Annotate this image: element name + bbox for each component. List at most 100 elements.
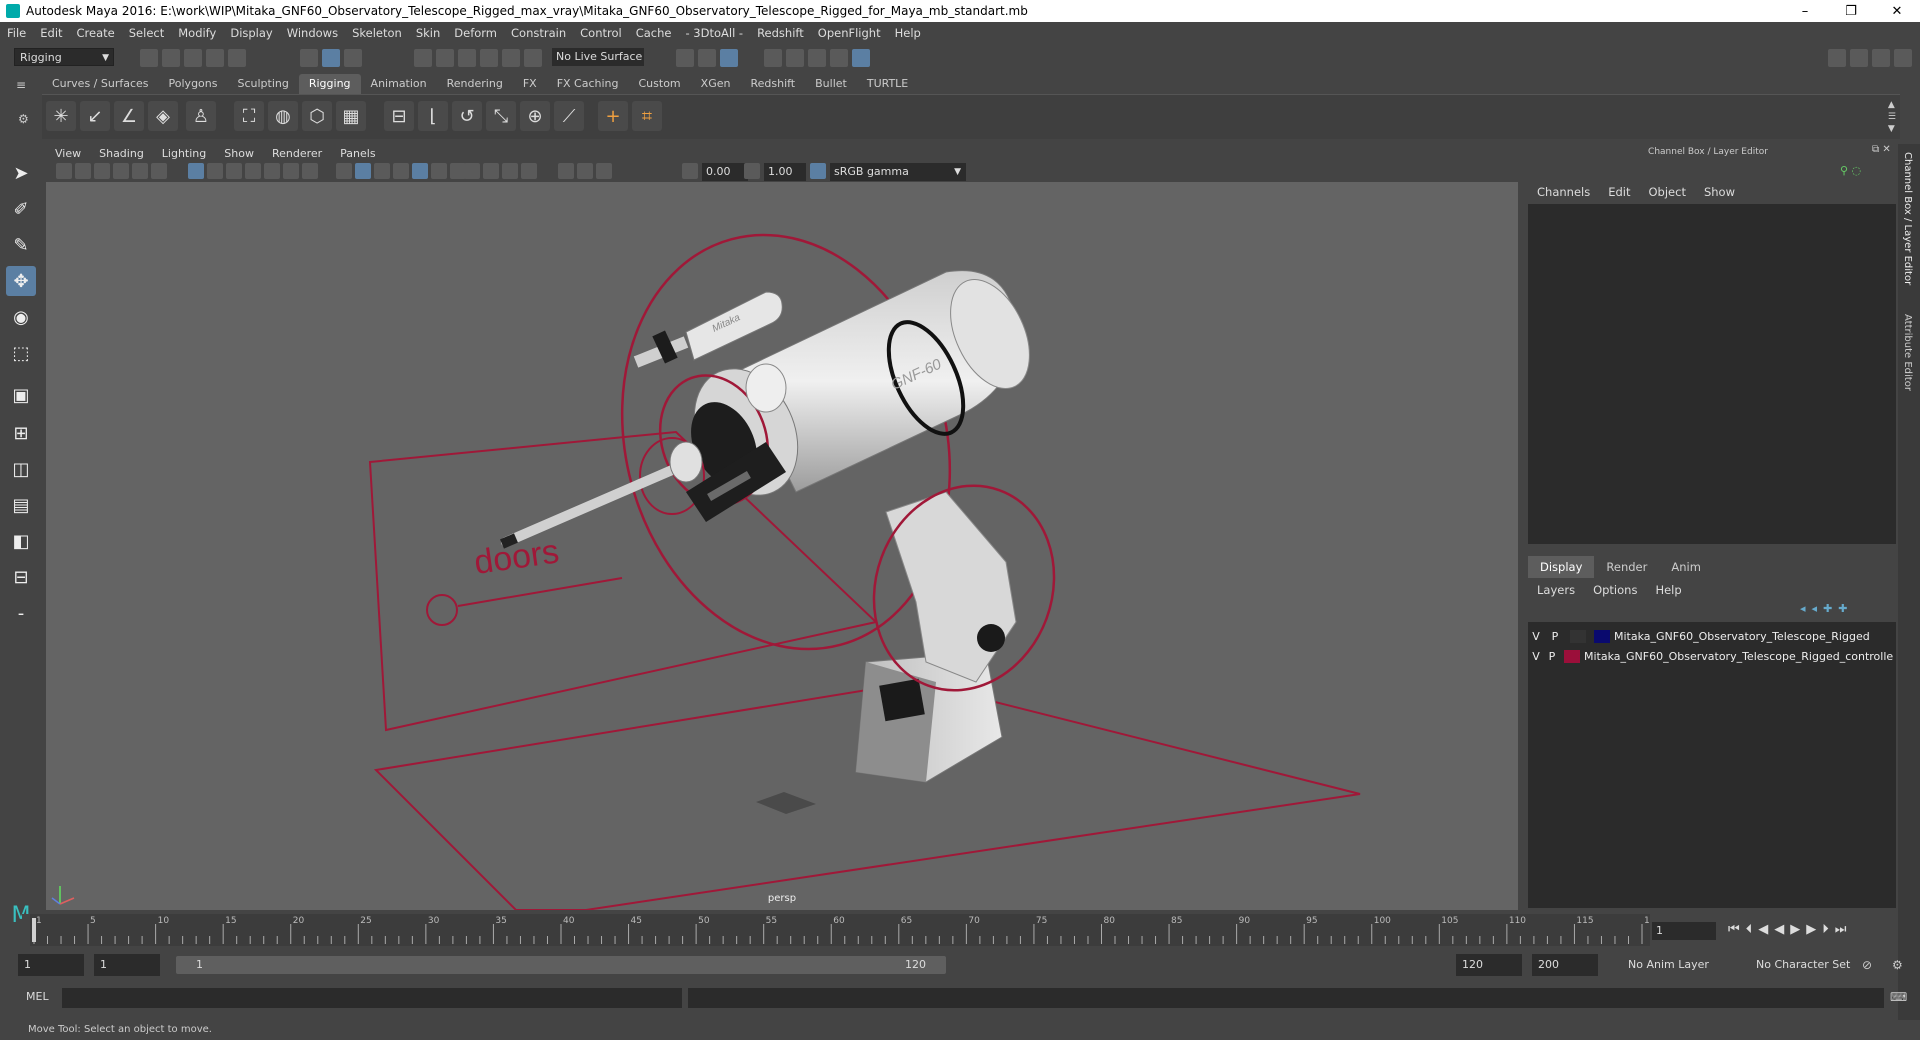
ipr-render-icon[interactable]	[720, 49, 738, 67]
new-layer-icon[interactable]: ✚	[1823, 602, 1832, 615]
layer-playback-toggle[interactable]: P	[1544, 630, 1566, 643]
layer-color-swatch[interactable]	[1594, 629, 1610, 643]
smooth-shade-icon[interactable]	[355, 163, 371, 179]
color-management-icon[interactable]	[810, 163, 826, 179]
panel-float-icon[interactable]: ⧉ ✕	[1872, 144, 1891, 155]
command-language-label[interactable]: MEL	[26, 990, 49, 1003]
exposure-field[interactable]: 0.00	[702, 163, 748, 181]
animation-start-field[interactable]: 1	[18, 954, 84, 976]
step-back-frame-icon[interactable]: ◀	[1758, 922, 1768, 940]
wrap-deformer-icon[interactable]: ▦	[336, 101, 366, 131]
grid-icon[interactable]	[188, 163, 204, 179]
render-view-icon[interactable]	[764, 49, 782, 67]
save-scene-icon[interactable]	[184, 49, 202, 67]
channel-box-icon[interactable]	[1894, 49, 1912, 67]
make-live-icon[interactable]	[524, 49, 542, 67]
render-settings-icon[interactable]	[786, 49, 804, 67]
quick-rig-icon[interactable]: ♙	[186, 101, 216, 131]
help-menu[interactable]: Help	[1646, 583, 1690, 597]
shelf-scroll-arrows[interactable]: ▲ ☰ ▼	[1888, 99, 1896, 135]
script-editor-icon[interactable]: ⌨	[1890, 990, 1907, 1004]
render-setup-icon[interactable]	[830, 49, 848, 67]
open-scene-icon[interactable]	[162, 49, 180, 67]
two-d-pan-icon[interactable]	[132, 163, 148, 179]
viewport-menu-shading[interactable]: Shading	[90, 147, 153, 160]
menu-skin[interactable]: Skin	[409, 26, 447, 40]
command-input[interactable]	[62, 988, 682, 1008]
close-button[interactable]: ✕	[1874, 4, 1920, 19]
shelf-tab-animation[interactable]: Animation	[361, 74, 437, 94]
menu-skeleton[interactable]: Skeleton	[345, 26, 409, 40]
anim-layer-dropdown[interactable]: No Anim Layer	[1622, 954, 1740, 976]
menu-edit[interactable]: Edit	[33, 26, 69, 40]
shelf-tab-rendering[interactable]: Rendering	[437, 74, 513, 94]
tab-display[interactable]: Display	[1528, 556, 1595, 578]
safe-action-icon[interactable]	[283, 163, 299, 179]
select-hierarchy-icon[interactable]	[300, 49, 318, 67]
attribute-editor-icon[interactable]	[1850, 49, 1868, 67]
menu-help[interactable]: Help	[888, 26, 928, 40]
perspective-viewport[interactable]: doors GNF-60 Mitaka persp	[46, 182, 1518, 910]
graph-layout-icon[interactable]: ◧	[6, 526, 36, 556]
channel-box-side-tab[interactable]: Channel Box / Layer Editor	[1902, 152, 1913, 285]
move-layer-down-icon[interactable]: ◂	[1812, 602, 1818, 615]
motion-blur-icon[interactable]	[483, 163, 499, 179]
layer-color-swatch[interactable]	[1564, 649, 1580, 663]
go-to-start-icon[interactable]: ⏮	[1728, 922, 1740, 940]
use-all-lights-icon[interactable]	[431, 163, 447, 179]
point-constraint-icon[interactable]: ⌊	[418, 101, 448, 131]
exposure-icon[interactable]	[682, 163, 698, 179]
step-forward-key-icon[interactable]: ⏵	[1822, 922, 1829, 940]
bookmark-icon[interactable]	[94, 163, 110, 179]
layer-playback-toggle[interactable]: P	[1544, 650, 1560, 663]
hypershade-icon[interactable]	[808, 49, 826, 67]
menu-create[interactable]: Create	[70, 26, 122, 40]
edit-menu[interactable]: Edit	[1599, 185, 1639, 199]
menu-redshift[interactable]: Redshift	[750, 26, 811, 40]
channels-menu[interactable]: Channels	[1528, 185, 1599, 199]
screen-space-ao-icon[interactable]	[464, 163, 480, 179]
move-layer-up-icon[interactable]: ◂	[1800, 602, 1806, 615]
menu-file[interactable]: File	[0, 26, 33, 40]
step-forward-frame-icon[interactable]: ▶	[1806, 922, 1816, 940]
locator-icon[interactable]: +	[598, 101, 628, 131]
camera-attributes-icon[interactable]	[75, 163, 91, 179]
layers-menu[interactable]: Layers	[1528, 583, 1584, 597]
ik-handle-icon[interactable]: ↙	[80, 101, 110, 131]
resolution-gate-icon[interactable]	[226, 163, 242, 179]
joint-tool-icon[interactable]: ✳	[46, 101, 76, 131]
menu-constrain[interactable]: Constrain	[504, 26, 573, 40]
snap-projected-icon[interactable]	[480, 49, 498, 67]
tool-settings-icon[interactable]	[1872, 49, 1890, 67]
shelf-tab-bullet[interactable]: Bullet	[805, 74, 857, 94]
move-tool-icon[interactable]: ✥	[6, 266, 36, 296]
go-to-end-icon[interactable]: ⏭	[1835, 922, 1847, 940]
color-space-dropdown[interactable]: sRGB gamma ▼	[830, 163, 966, 181]
viewport-menu-panels[interactable]: Panels	[331, 147, 384, 160]
default-material-icon[interactable]	[374, 163, 390, 179]
maximize-button[interactable]: ❐	[1828, 4, 1874, 19]
viewport-menu-show[interactable]: Show	[215, 147, 263, 160]
minimize-button[interactable]: –	[1782, 4, 1828, 19]
menu-windows[interactable]: Windows	[280, 26, 345, 40]
redo-icon[interactable]	[228, 49, 246, 67]
playback-start-field[interactable]: 1	[94, 954, 160, 976]
animation-preferences-icon[interactable]: ⚙	[1892, 958, 1903, 972]
lasso-tool-icon[interactable]: ✐	[6, 194, 36, 224]
field-chart-icon[interactable]	[264, 163, 280, 179]
depth-of-field-icon[interactable]	[521, 163, 537, 179]
time-slider[interactable]: 1 5 10 15 20 25 30 35 40 45 50 55 60 65 70 75 80 85 90 95 10…	[22, 914, 1650, 946]
xray-icon[interactable]	[577, 163, 593, 179]
layer-row[interactable]: V P Mitaka_GNF60_Observatory_Telescope_R…	[1528, 646, 1896, 666]
select-component-icon[interactable]	[344, 49, 362, 67]
show-menu[interactable]: Show	[1695, 185, 1744, 199]
modeling-toolkit-icon[interactable]	[1828, 49, 1846, 67]
select-camera-icon[interactable]	[56, 163, 72, 179]
insert-joint-icon[interactable]: ◈	[148, 101, 178, 131]
render-current-frame-icon[interactable]	[698, 49, 716, 67]
tab-anim[interactable]: Anim	[1659, 556, 1713, 578]
xray-joints-icon[interactable]	[596, 163, 612, 179]
shelf-menu-icon[interactable]: ≡	[16, 78, 26, 92]
channel-box-mode-icon[interactable]: ⚲ ◌	[1840, 164, 1861, 177]
shelf-tab-fx-caching[interactable]: FX Caching	[547, 74, 629, 94]
